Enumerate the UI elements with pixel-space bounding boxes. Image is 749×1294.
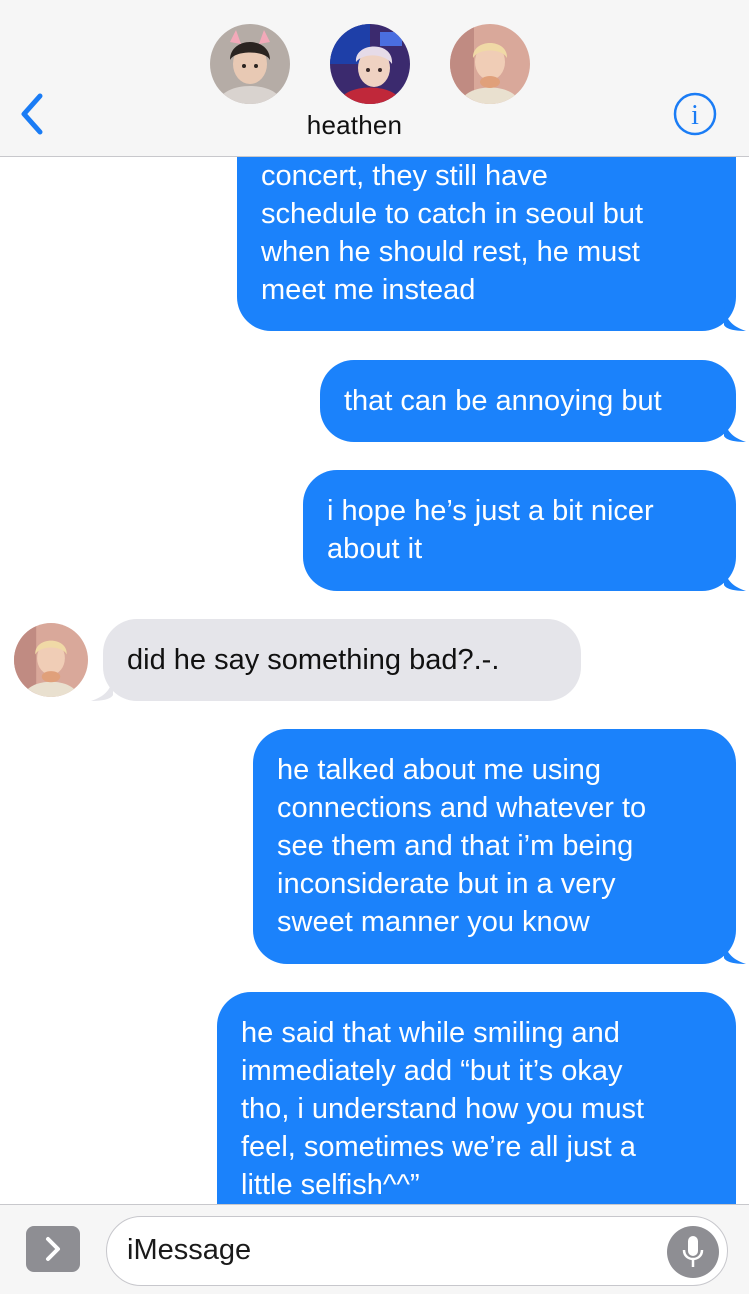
message-line: feel, sometimes we’re all just a xyxy=(241,1131,636,1163)
outgoing-message-bubble[interactable]: concert, they still have schedule to cat… xyxy=(237,157,736,331)
microphone-icon xyxy=(682,1236,704,1267)
avatar xyxy=(210,24,290,104)
message-line: meet me instead xyxy=(261,274,476,306)
avatar xyxy=(450,24,530,104)
outgoing-message-bubble[interactable]: he said that while smiling and immediate… xyxy=(217,992,736,1204)
message-line: he talked about me using xyxy=(277,754,602,786)
outgoing-message-bubble[interactable]: that can be annoying but xyxy=(320,360,736,442)
message-line: concert, they still have xyxy=(261,160,548,192)
message-line: little selfish^^” xyxy=(241,1169,420,1201)
svg-text:i: i xyxy=(691,100,699,131)
message-line: he said that while smiling and xyxy=(241,1017,620,1049)
message-line: immediately add “but it’s okay xyxy=(241,1055,623,1087)
bubble-tail xyxy=(724,418,746,442)
incoming-message-bubble[interactable]: did he say something bad?.-. xyxy=(103,619,581,701)
message-line: schedule to catch in seoul but xyxy=(261,198,644,230)
outgoing-message-bubble[interactable]: i hope he’s just a bit nicer about it xyxy=(303,470,736,591)
message-line: about it xyxy=(327,533,423,565)
sender-avatar[interactable] xyxy=(14,623,88,697)
message-input-placeholder: iMessage xyxy=(127,1234,252,1266)
chevron-right-icon xyxy=(46,1237,60,1261)
bubble-tail xyxy=(724,567,746,591)
outgoing-message-bubble[interactable]: he talked about me using connections and… xyxy=(253,729,736,964)
compose-bar: iMessage xyxy=(0,1204,749,1294)
message-input[interactable]: iMessage xyxy=(106,1216,728,1286)
message-line: when he should rest, he must xyxy=(261,236,640,268)
message-line: tho, i understand how you must xyxy=(241,1093,645,1125)
dictation-button[interactable] xyxy=(667,1226,719,1278)
message-line: did he say something bad?.-. xyxy=(127,644,500,676)
message-line: i hope he’s just a bit nicer xyxy=(327,495,654,527)
conversation-header: heathen i xyxy=(0,0,749,157)
bubble-tail xyxy=(724,940,746,964)
bubble-tail xyxy=(724,307,746,331)
message-line: inconsiderate but in a very xyxy=(277,868,616,900)
bubble-tail xyxy=(91,677,113,701)
info-button[interactable]: i xyxy=(673,92,717,136)
message-list[interactable]: concert, they still have schedule to cat… xyxy=(0,157,749,1204)
message-line: connections and whatever to xyxy=(277,792,647,824)
message-line: that can be annoying but xyxy=(344,385,662,417)
message-line: see them and that i’m being xyxy=(277,830,634,862)
info-icon: i xyxy=(673,92,717,136)
avatar xyxy=(330,24,410,104)
group-avatars[interactable] xyxy=(0,24,749,106)
expand-apps-button[interactable] xyxy=(26,1226,80,1272)
message-line: sweet manner you know xyxy=(277,906,590,938)
conversation-title[interactable]: heathen xyxy=(0,110,709,141)
